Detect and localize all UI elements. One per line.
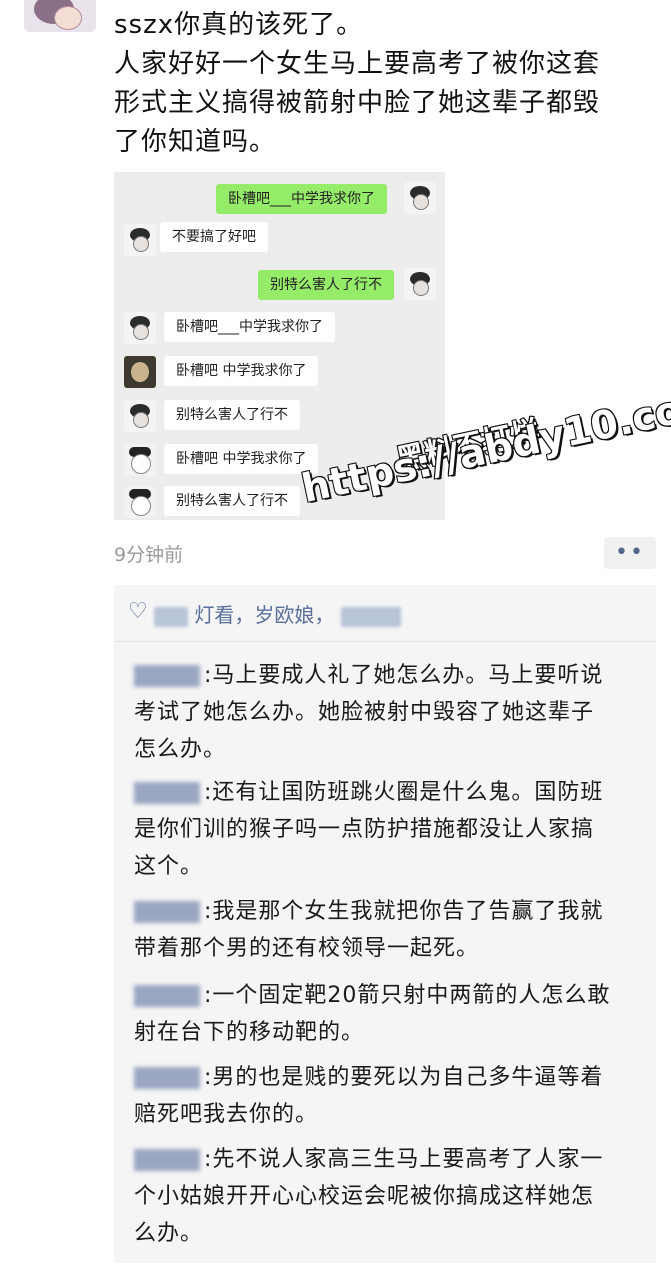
comment-line: 赔死吧我去你的。 — [134, 1102, 319, 1127]
commenter-name-blurred[interactable] — [134, 665, 200, 687]
poster-avatar[interactable] — [24, 0, 96, 32]
sheep-avatar-icon — [124, 444, 156, 476]
comment-line: 怎么办。 — [134, 737, 227, 762]
chat-bubble-outgoing: 卧槽吧___中学我求你了 — [216, 184, 387, 214]
comment-line: :我是那个女生我就把你告了告赢了我就 — [204, 899, 604, 924]
chat-bubble-incoming: 别特么害人了行不 — [164, 400, 300, 430]
commenter-name-blurred[interactable] — [134, 782, 200, 804]
commenter-name-blurred[interactable] — [134, 1149, 200, 1171]
comment-line: :马上要成人礼了她怎么办。马上要听说 — [204, 663, 604, 688]
post-line: 了你知道吗。 — [114, 127, 277, 157]
chat-bubble-outgoing: 别特么害人了行不 — [258, 270, 394, 300]
sheep-avatar-icon — [124, 486, 156, 518]
photo-avatar-icon — [124, 356, 156, 388]
comment-line: 带着那个男的还有校领导一起死。 — [134, 936, 480, 961]
comment-line: :一个固定靶20箭只射中两箭的人怎么敢 — [204, 983, 611, 1008]
post-line: 形式主义搞得被箭射中脸了她这辈子都毁 — [114, 88, 601, 118]
sketch-avatar-icon — [124, 312, 156, 344]
likes-row: ♡ 灯看，岁欧娘， — [114, 585, 656, 642]
sketch-avatar-icon — [124, 224, 156, 256]
comment-line: 个小姑娘开开心心校运会呢被你搞成这样她怎 — [134, 1184, 595, 1209]
post-text: sszx你真的该死了。 人家好好一个女生马上要高考了被你这套 形式主义搞得被箭射… — [114, 6, 654, 162]
comment-line: :先不说人家高三生马上要高考了人家一 — [204, 1147, 604, 1172]
commenter-name-blurred[interactable] — [134, 901, 200, 923]
post-line: 人家好好一个女生马上要高考了被你这套 — [114, 49, 601, 79]
comments-section: ♡ 灯看，岁欧娘， :马上要成人礼了她怎么办。马上要听说 考试了她怎么办。她脸被… — [114, 585, 656, 1263]
likes-names-text: 灯看，岁欧娘， — [194, 603, 335, 627]
comment-item[interactable]: :一个固定靶20箭只射中两箭的人怎么敢 射在台下的移动靶的。 — [134, 977, 644, 1051]
comment-item[interactable]: :马上要成人礼了她怎么办。马上要听说 考试了她怎么办。她脸被射中毁容了她这辈子 … — [134, 657, 644, 768]
post-timestamp: 9分钟前 — [114, 544, 184, 566]
commenter-name-blurred[interactable] — [134, 1067, 200, 1089]
comment-line: :男的也是贱的要死以为自己多牛逼等着 — [204, 1065, 604, 1090]
chat-bubble-incoming: 不要搞了好吧 — [160, 222, 268, 252]
comment-line: :还有让国防班跳火圈是什么鬼。国防班 — [204, 780, 604, 805]
more-options-button[interactable]: •• — [604, 537, 656, 569]
post-line: sszx你真的该死了。 — [114, 10, 364, 40]
heart-icon: ♡ — [128, 599, 148, 624]
comment-line: 么办。 — [134, 1221, 204, 1246]
chat-bubble-incoming: 卧槽吧 中学我求你了 — [164, 356, 319, 386]
chat-bubble-incoming: 卧槽吧___中学我求你了 — [164, 312, 335, 342]
comment-line: 射在台下的移动靶的。 — [134, 1020, 365, 1045]
comment-item[interactable]: :先不说人家高三生马上要高考了人家一 个小姑娘开开心心校运会呢被你搞成这样她怎 … — [134, 1141, 644, 1252]
comment-line: 是你们训的猴子吗一点防护措施都没让人家搞 — [134, 817, 595, 842]
likes-names[interactable]: 灯看，岁欧娘， — [154, 599, 401, 628]
comment-item[interactable]: :我是那个女生我就把你告了告赢了我就 带着那个男的还有校领导一起死。 — [134, 893, 644, 967]
comment-item[interactable]: :男的也是贱的要死以为自己多牛逼等着 赔死吧我去你的。 — [134, 1059, 644, 1133]
sketch-avatar-icon — [404, 268, 436, 300]
sketch-avatar-icon — [404, 182, 436, 214]
chat-bubble-incoming: 卧槽吧 中学我求你了 — [164, 444, 319, 474]
comment-item[interactable]: :还有让国防班跳火圈是什么鬼。国防班 是你们训的猴子吗一点防护措施都没让人家搞 … — [134, 774, 644, 885]
comment-line: 考试了她怎么办。她脸被射中毁容了她这辈子 — [134, 700, 595, 725]
chat-bubble-incoming: 别特么害人了行不 — [164, 486, 300, 516]
sketch-avatar-icon — [124, 400, 156, 432]
commenter-name-blurred[interactable] — [134, 985, 200, 1007]
comment-line: 这个。 — [134, 854, 204, 879]
